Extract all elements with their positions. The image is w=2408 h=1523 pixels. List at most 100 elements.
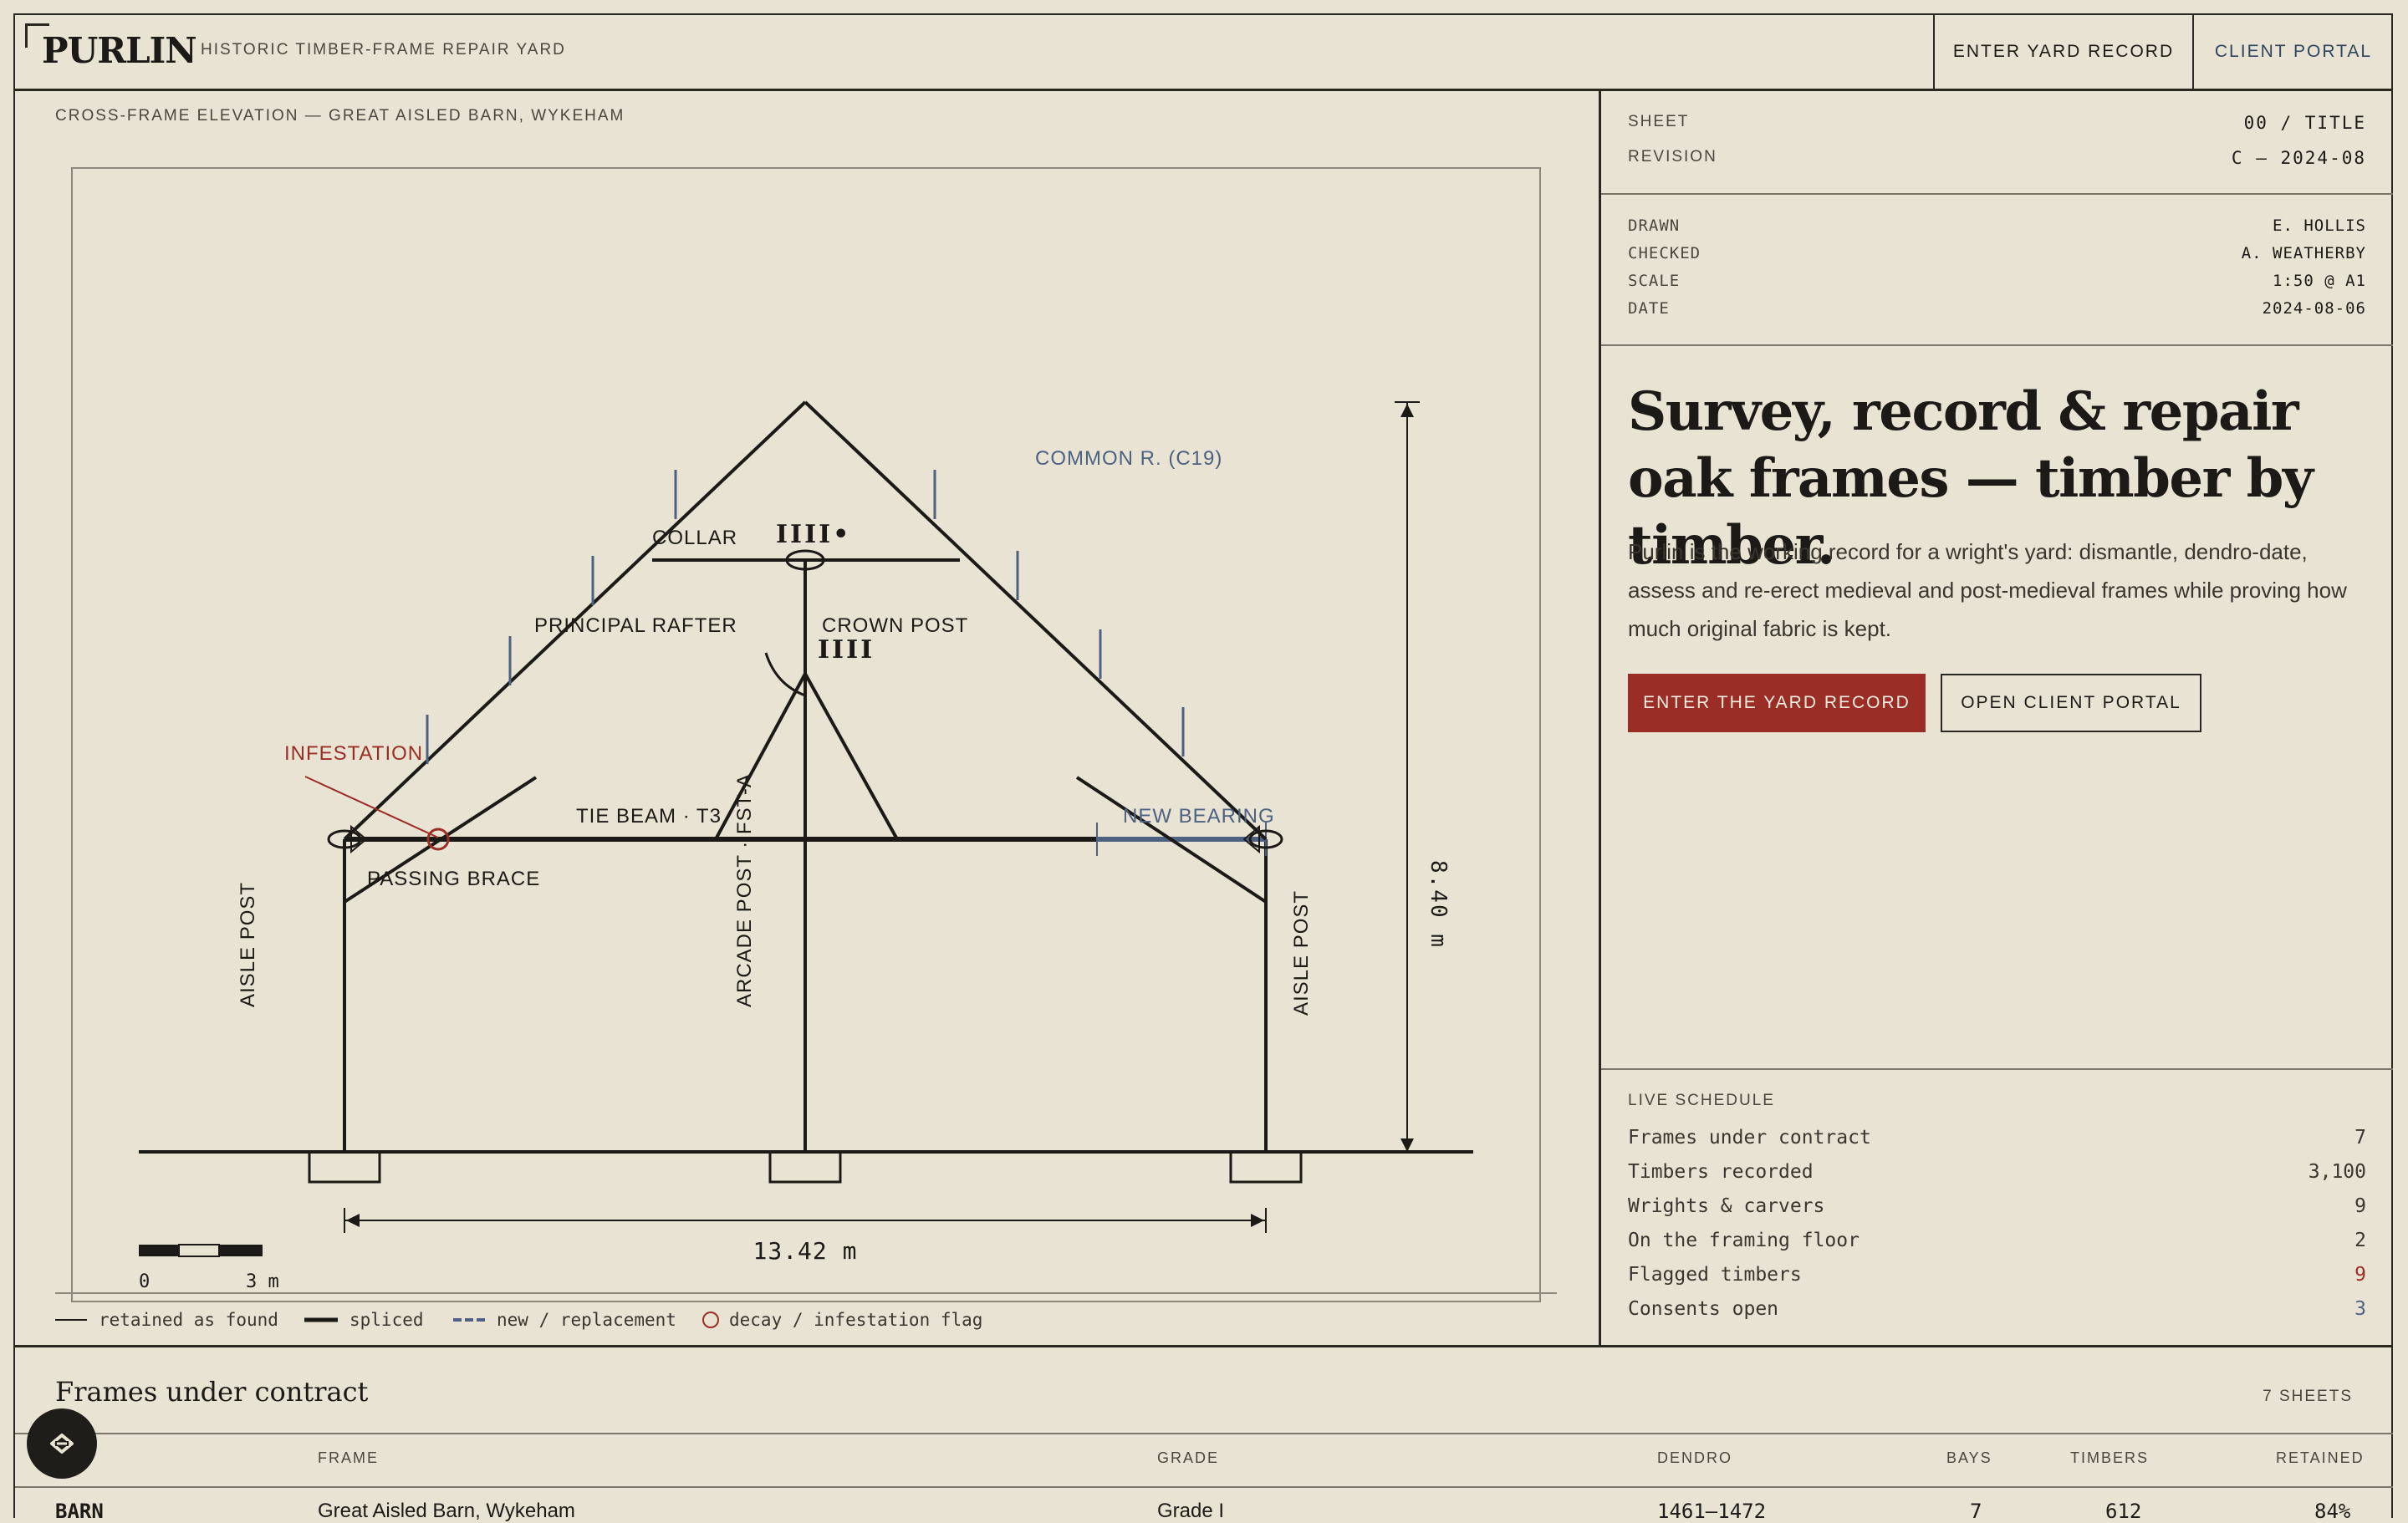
crown-brace-right bbox=[804, 673, 899, 840]
legend-decay: decay / infestation flag bbox=[729, 1310, 982, 1330]
crown-brace-left bbox=[714, 673, 807, 840]
label-aisle-post-left: AISLE POST bbox=[237, 882, 259, 1007]
meta-label: CHECKED bbox=[1628, 244, 1701, 262]
meta-value: E. HOLLIS bbox=[2273, 216, 2366, 235]
meta-value: 2024-08-06 bbox=[2262, 299, 2366, 318]
legend-spliced: spliced bbox=[349, 1310, 424, 1330]
meta-value: 1:50 @ A1 bbox=[2273, 272, 2366, 290]
height-dim-top-arrow bbox=[1400, 404, 1414, 417]
label-collar: COLLAR bbox=[652, 527, 737, 549]
schedule-row: Timbers recorded 3,100 bbox=[1628, 1161, 2366, 1183]
top-bar: PURLIN HISTORIC TIMBER-FRAME REPAIR YARD… bbox=[15, 15, 2393, 91]
cross-frame-elevation-svg: COMMON R. (C19) COLLAR IIII• PRINCIPAL R… bbox=[55, 167, 1557, 1330]
cell-dendro: 1461–1472 bbox=[1657, 1500, 1767, 1523]
revision-row: REVISION C — 2024-08 bbox=[1628, 148, 2366, 168]
live-schedule-title: LIVE SCHEDULE bbox=[1628, 1092, 1775, 1109]
cell-frame: Great Aisled Barn, Wykeham bbox=[318, 1500, 575, 1522]
drawing-legend: retained as found spliced new / replacem… bbox=[55, 1310, 982, 1330]
meta-label: SCALE bbox=[1628, 272, 1681, 290]
legend-swatch-decay bbox=[702, 1312, 719, 1328]
meta-value: A. WEATHERBY bbox=[2241, 244, 2366, 262]
padstone-right bbox=[1229, 1150, 1303, 1184]
label-crown-post: CROWN POST bbox=[822, 614, 968, 637]
infestation-leader bbox=[304, 776, 439, 838]
meta-row-date: DATE 2024-08-06 bbox=[1628, 299, 2366, 318]
schedule-row: Consents open 3 bbox=[1628, 1298, 2366, 1320]
col-retained[interactable]: RETAINED bbox=[2276, 1449, 2365, 1467]
height-dimension-label: 8.40 m bbox=[1426, 860, 1451, 949]
label-arcade-post: ARCADE POST · FST-A bbox=[733, 773, 756, 1007]
legend-retained: retained as found bbox=[99, 1310, 278, 1330]
label-tie-beam: TIE BEAM · T3 bbox=[576, 805, 722, 828]
scale-bar-seg-1 bbox=[139, 1245, 179, 1256]
label-common-rafter: COMMON R. (C19) bbox=[1035, 447, 1222, 470]
brand-logo[interactable]: PURLIN bbox=[42, 30, 197, 71]
enter-yard-record-link[interactable]: ENTER YARD RECORD bbox=[1933, 15, 2192, 89]
cell-bays: 7 bbox=[1970, 1500, 1982, 1523]
col-dendro[interactable]: DENDRO bbox=[1657, 1449, 1732, 1467]
frames-count: 7 SHEETS bbox=[2263, 1388, 2353, 1405]
carpenter-mark-crown-post: IIII bbox=[818, 635, 875, 665]
schedule-value: 7 bbox=[2354, 1127, 2366, 1149]
schedule-value-alert: 9 bbox=[2354, 1264, 2366, 1286]
height-dim-bottom-arrow bbox=[1400, 1138, 1414, 1152]
divider bbox=[1601, 344, 2393, 346]
divider bbox=[1601, 193, 2393, 195]
schedule-label: On the framing floor bbox=[1628, 1230, 1860, 1251]
label-new-bearing: NEW BEARING bbox=[1123, 805, 1275, 828]
col-grade[interactable]: GRADE bbox=[1157, 1449, 1219, 1467]
schedule-row: Flagged timbers 9 bbox=[1628, 1264, 2366, 1286]
scale-bar-end: 3 m bbox=[246, 1271, 279, 1292]
frames-table-title: Frames under contract bbox=[55, 1376, 369, 1408]
schedule-value: 9 bbox=[2354, 1195, 2366, 1217]
schedule-value: 2 bbox=[2354, 1230, 2366, 1251]
brand-tagline: HISTORIC TIMBER-FRAME REPAIR YARD bbox=[201, 41, 566, 59]
sheet-row: SHEET 00 / TITLE bbox=[1628, 113, 2366, 133]
label-passing-brace: PASSING BRACE bbox=[367, 868, 540, 890]
width-dim-left-arrow bbox=[346, 1214, 360, 1227]
width-dimension-label: 13.42 m bbox=[752, 1237, 857, 1265]
assistant-fab-button[interactable] bbox=[27, 1408, 97, 1479]
client-portal-link[interactable]: CLIENT PORTAL bbox=[2192, 15, 2393, 89]
scale-bar-start: 0 bbox=[139, 1271, 150, 1292]
schedule-label: Timbers recorded bbox=[1628, 1161, 1814, 1183]
col-timbers[interactable]: TIMBERS bbox=[2070, 1449, 2149, 1467]
width-dim-right-arrow bbox=[1251, 1214, 1264, 1227]
padstone-center bbox=[768, 1150, 842, 1184]
meta-row-checked: CHECKED A. WEATHERBY bbox=[1628, 244, 2366, 262]
crown-brace-curve bbox=[764, 652, 806, 697]
label-principal-rafter: PRINCIPAL RAFTER bbox=[534, 614, 737, 637]
schedule-row: On the framing floor 2 bbox=[1628, 1230, 2366, 1251]
drawing-title: CROSS-FRAME ELEVATION — GREAT AISLED BAR… bbox=[55, 107, 625, 125]
padstone-left bbox=[308, 1150, 381, 1184]
open-client-portal-button[interactable]: OPEN CLIENT PORTAL bbox=[1941, 674, 2201, 732]
meta-label: DRAWN bbox=[1628, 216, 1681, 235]
meta-row-drawn: DRAWN E. HOLLIS bbox=[1628, 216, 2366, 235]
revision-value: C — 2024-08 bbox=[2231, 148, 2366, 168]
cross-frame-drawing-panel: COMMON R. (C19) COLLAR IIII• PRINCIPAL R… bbox=[15, 91, 1599, 1345]
label-aisle-post-right: AISLE POST bbox=[1290, 890, 1313, 1016]
schedule-label: Wrights & carvers bbox=[1628, 1195, 1825, 1217]
divider bbox=[1601, 1068, 2393, 1070]
legend-new: new / replacement bbox=[497, 1310, 676, 1330]
col-bays[interactable]: BAYS bbox=[1946, 1449, 1992, 1467]
schedule-value: 3,100 bbox=[2308, 1161, 2366, 1183]
schedule-value-info: 3 bbox=[2354, 1298, 2366, 1320]
sheet-info-panel: SHEET 00 / TITLE REVISION C — 2024-08 DR… bbox=[1599, 91, 2393, 1345]
schedule-label: Frames under contract bbox=[1628, 1127, 1871, 1149]
revision-label: REVISION bbox=[1628, 148, 1717, 166]
frames-table-header: FRAME GRADE DENDRO BAYS TIMBERS RETAINED bbox=[15, 1433, 2393, 1488]
scale-bar-seg-2 bbox=[178, 1244, 220, 1257]
schedule-row: Frames under contract 7 bbox=[1628, 1127, 2366, 1149]
enter-yard-record-button[interactable]: ENTER THE YARD RECORD bbox=[1628, 674, 1926, 732]
hero-lede: Purlin is the working record for a wrigh… bbox=[1628, 539, 2347, 641]
meta-label: DATE bbox=[1628, 299, 1670, 318]
link-chain-icon bbox=[50, 1434, 74, 1454]
scale-bar-seg-3 bbox=[219, 1245, 263, 1256]
meta-row-scale: SCALE 1:50 @ A1 bbox=[1628, 272, 2366, 290]
cell-retained: 84% bbox=[2314, 1500, 2351, 1523]
schedule-label: Consents open bbox=[1628, 1298, 1779, 1320]
col-frame[interactable]: FRAME bbox=[318, 1449, 379, 1467]
label-infestation: INFESTATION bbox=[284, 742, 423, 765]
sheet-label: SHEET bbox=[1628, 113, 1690, 130]
